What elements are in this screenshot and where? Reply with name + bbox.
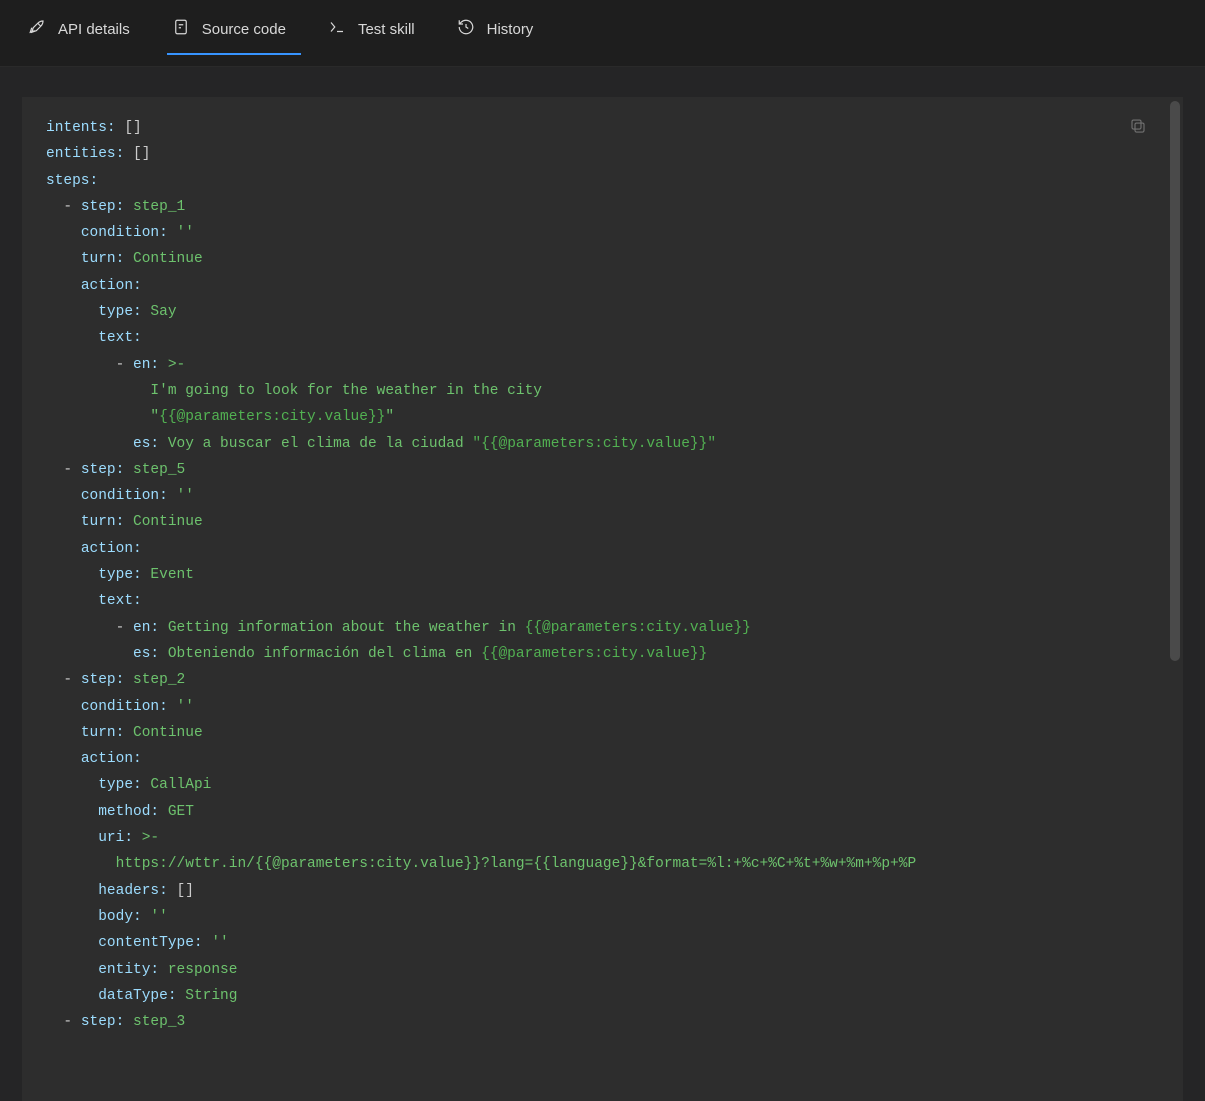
- tab-api-details[interactable]: API details: [26, 14, 132, 54]
- terminal-icon: [328, 18, 346, 40]
- tab-label: API details: [58, 21, 130, 38]
- content-area: intents: [] entities: [] steps: - step: …: [0, 67, 1205, 1101]
- rocket-icon: [28, 18, 46, 40]
- history-icon: [457, 18, 475, 40]
- document-icon: [172, 18, 190, 40]
- yaml-source[interactable]: intents: [] entities: [] steps: - step: …: [22, 97, 1183, 1053]
- copy-button[interactable]: [1129, 117, 1147, 135]
- tab-label: Source code: [202, 21, 286, 38]
- tab-test-skill[interactable]: Test skill: [326, 14, 417, 54]
- tab-source-code[interactable]: Source code: [170, 14, 288, 54]
- scrollbar[interactable]: [1170, 101, 1180, 661]
- code-panel: intents: [] entities: [] steps: - step: …: [22, 97, 1183, 1101]
- tab-bar: API details Source code Test skill Histo…: [0, 0, 1205, 67]
- tab-history[interactable]: History: [455, 14, 536, 54]
- copy-icon: [1129, 122, 1147, 139]
- tab-label: History: [487, 21, 534, 38]
- tab-label: Test skill: [358, 21, 415, 38]
